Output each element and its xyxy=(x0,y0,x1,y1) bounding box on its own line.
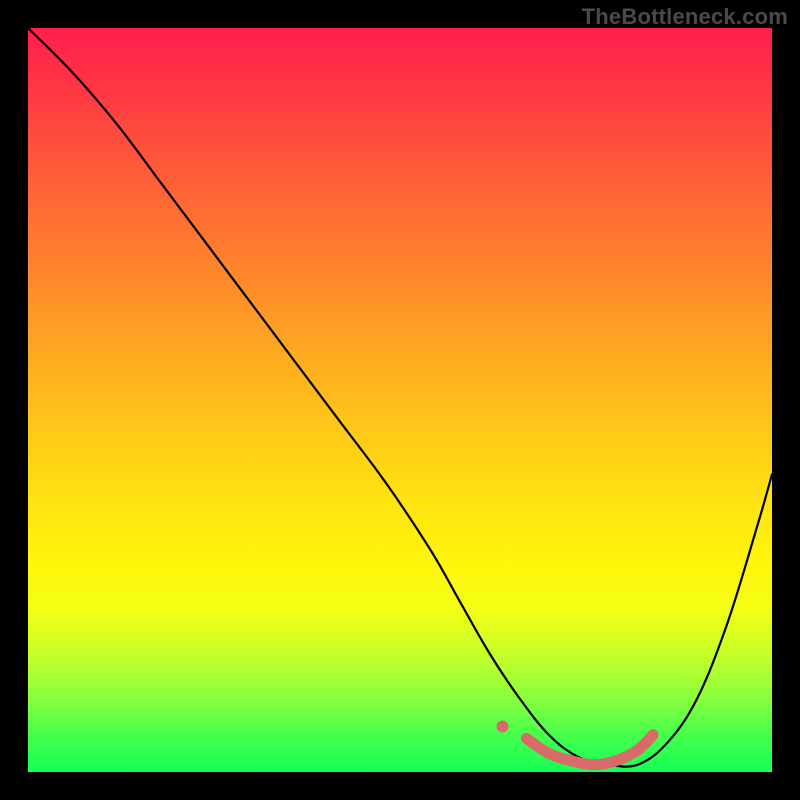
chart-container: TheBottleneck.com xyxy=(0,0,800,800)
bottleneck-curve xyxy=(28,28,772,767)
marker-start-dot xyxy=(497,721,509,733)
curve-svg xyxy=(28,28,772,772)
flat-bottom-marker xyxy=(527,735,654,765)
plot-area xyxy=(28,28,772,772)
watermark-text: TheBottleneck.com xyxy=(582,4,788,30)
